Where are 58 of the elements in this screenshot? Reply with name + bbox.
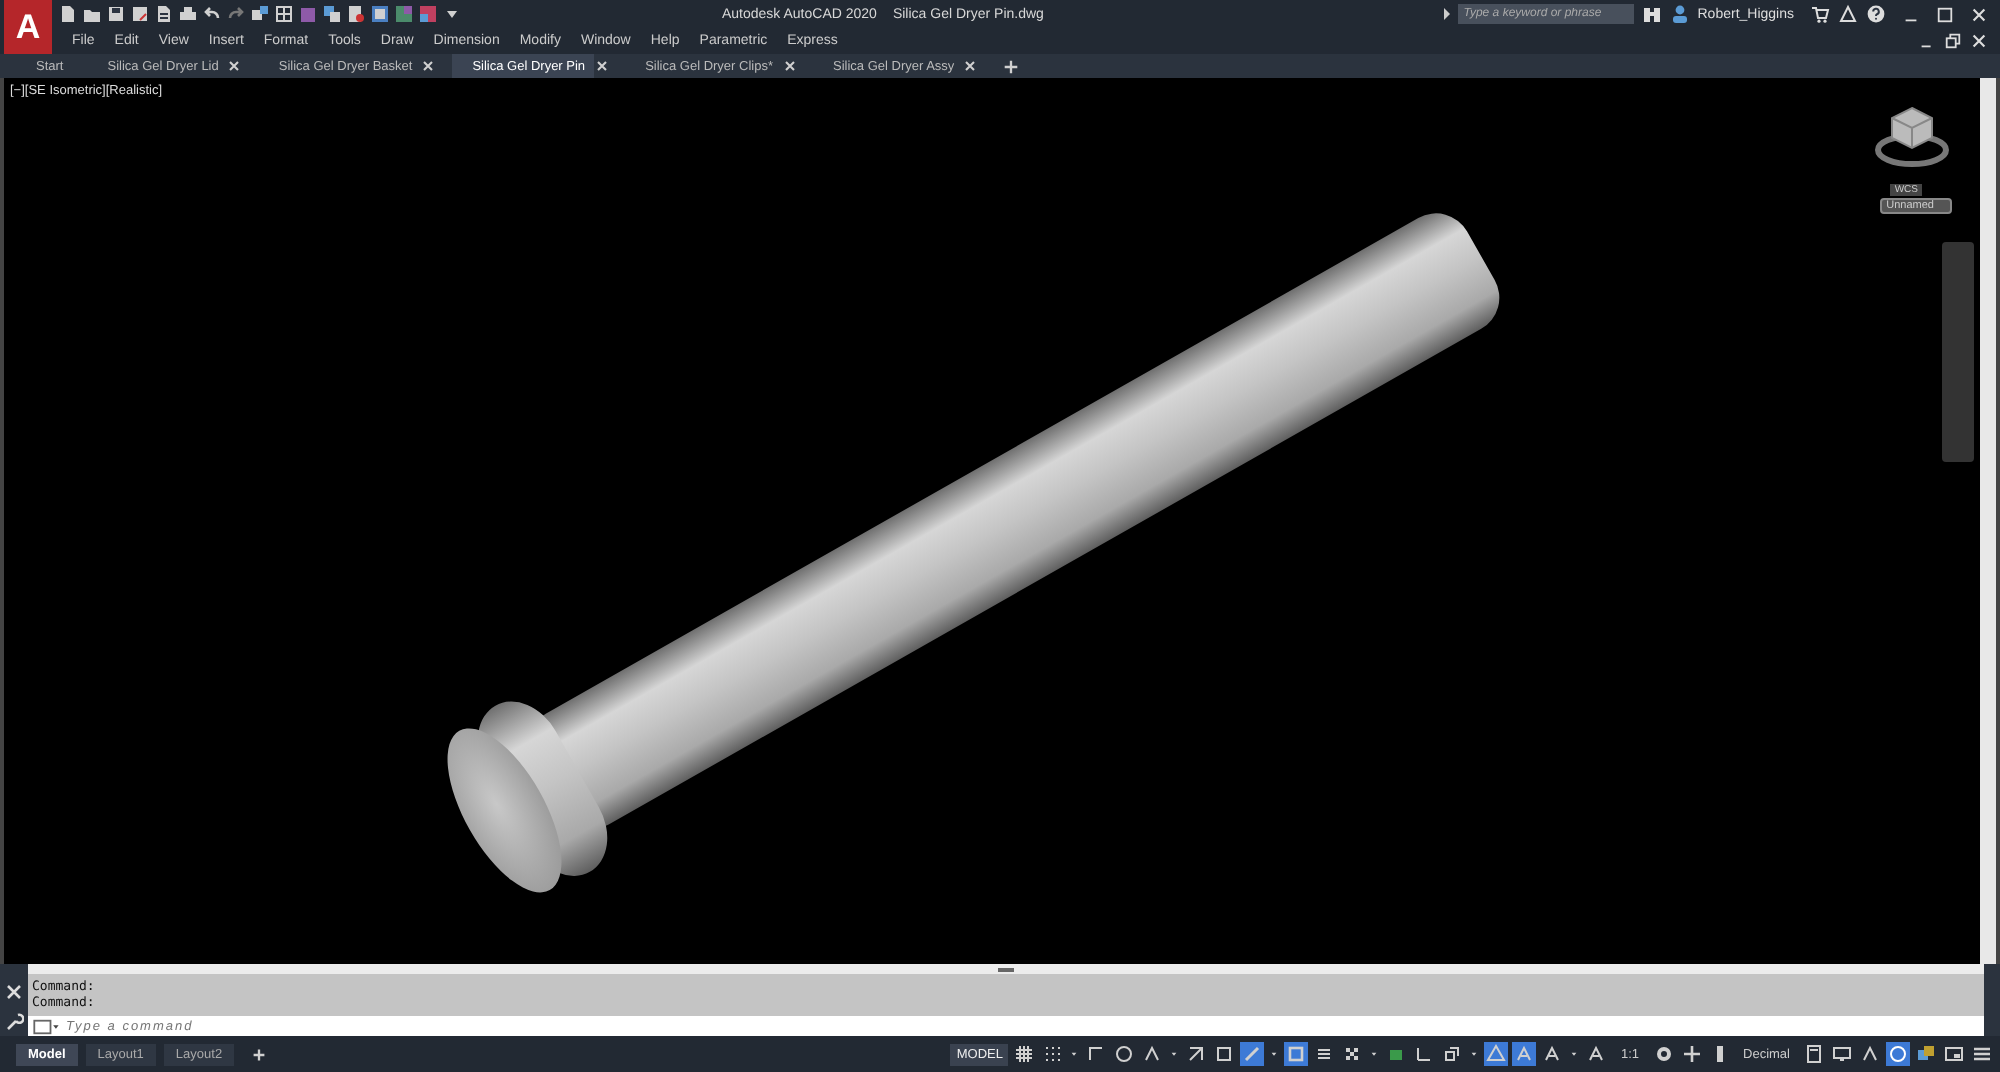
calculator-icon[interactable] [1802,1042,1826,1066]
maximize-button[interactable] [1936,5,1954,23]
monitor-icon[interactable] [1830,1042,1854,1066]
diagonal-line-icon[interactable] [1240,1042,1265,1066]
close-icon[interactable] [781,58,797,74]
save-icon[interactable] [106,4,126,24]
dropdown-arrow-icon[interactable] [1368,1048,1381,1060]
wrench-icon[interactable] [4,1011,24,1031]
angle-icon[interactable] [1184,1042,1209,1066]
dropdown-arrow-icon[interactable] [1168,1048,1181,1060]
dropdown-arrow-icon[interactable] [1468,1048,1481,1060]
close-icon[interactable] [593,58,610,74]
help-icon[interactable] [1866,4,1886,24]
dropdown-arrow-icon[interactable] [1268,1048,1281,1060]
square-icon[interactable] [1212,1042,1237,1066]
annotation-icon[interactable] [1512,1042,1537,1066]
new-file-icon[interactable] [58,4,78,24]
add-layout-icon[interactable] [250,1045,269,1063]
close-icon[interactable] [962,58,979,74]
layers-icon[interactable] [322,4,342,24]
circle-icon[interactable] [1112,1042,1137,1066]
close-icon[interactable] [226,58,243,74]
document-icon[interactable] [154,4,174,24]
dropdown-arrow-icon[interactable] [1068,1048,1081,1060]
open-folder-icon[interactable] [82,4,102,24]
grid-icon[interactable] [1012,1042,1037,1066]
binoculars-icon[interactable] [1641,4,1662,24]
undo-icon[interactable] [202,4,222,24]
dotted-grid-icon[interactable] [1040,1042,1065,1066]
circle-icon[interactable] [1886,1042,1910,1066]
close-button[interactable] [1970,5,1988,23]
plus-icon[interactable] [1679,1042,1704,1066]
redo-icon[interactable] [226,4,246,24]
cart-icon[interactable] [1810,4,1830,24]
rectangle-icon[interactable] [1284,1042,1309,1066]
annotation-icon[interactable] [1584,1042,1609,1066]
printer-icon[interactable] [178,4,198,24]
screen-icon[interactable] [1942,1042,1966,1066]
annotation-icon[interactable] [1540,1042,1565,1066]
save-as-icon[interactable] [130,4,150,24]
add-tab-icon[interactable] [1002,57,1021,75]
close-icon[interactable] [420,58,437,74]
resize-handle[interactable] [998,967,1014,971]
command-prompt-icon[interactable] [32,1017,60,1035]
application-menu-button[interactable]: A [4,0,52,54]
scrollbar[interactable] [1980,78,1996,964]
triangle-icon[interactable] [1484,1042,1509,1066]
grid-window-icon[interactable] [274,4,294,24]
restore-button[interactable] [1944,32,1962,50]
expand-arrow-icon[interactable] [1443,8,1450,20]
menu-icon[interactable] [1970,1042,1994,1066]
close-button[interactable] [1970,32,1988,50]
view-cube-drawing[interactable] [1872,102,1952,170]
close-icon[interactable] [4,981,24,1001]
dropdown-arrow-icon[interactable] [1568,1048,1581,1060]
box-icon[interactable] [1440,1042,1465,1066]
user-icon[interactable] [1669,4,1690,24]
layers-icon[interactable] [1914,1042,1938,1066]
